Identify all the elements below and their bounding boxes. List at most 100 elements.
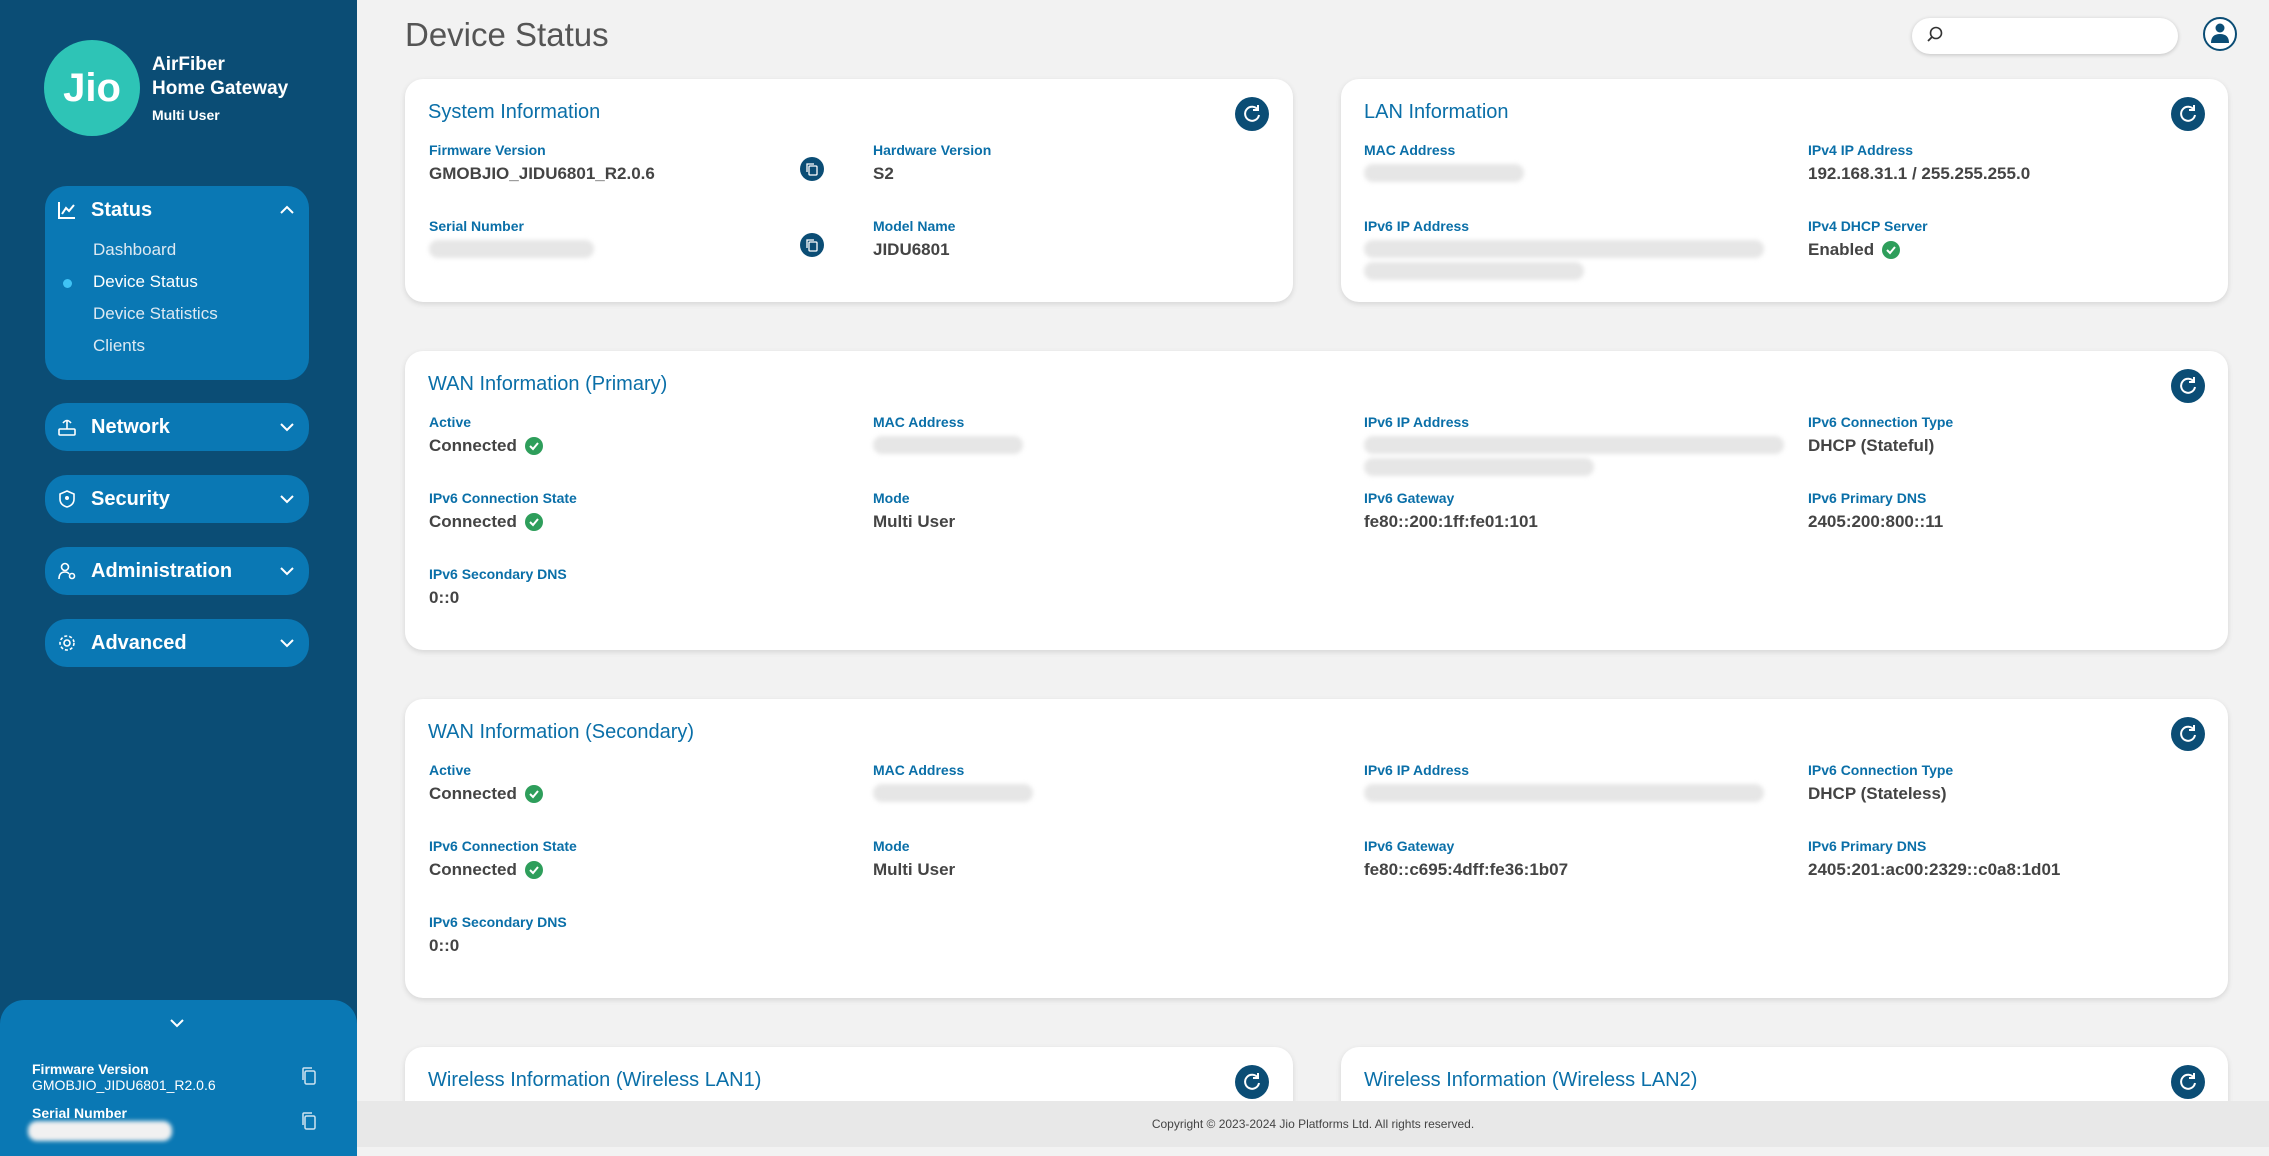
wan-ipv6-connection-state-field: IPv6 Connection State Connected	[429, 490, 577, 532]
copy-icon[interactable]	[300, 1111, 318, 1131]
chevron-down-icon[interactable]	[277, 417, 297, 437]
refresh-button[interactable]	[2171, 1065, 2205, 1099]
status-text: Connected	[429, 436, 517, 455]
brand-title-line2: Home Gateway	[152, 78, 289, 99]
brand-subtitle: Multi User	[152, 107, 220, 123]
hardware-version-field: Hardware Version S2	[873, 142, 991, 184]
field-label: IPv4 IP Address	[1808, 142, 1914, 158]
field-label: IPv6 Gateway	[1364, 838, 1455, 854]
nav-security-label: Security	[91, 487, 170, 510]
sidebar-item-dashboard[interactable]: Dashboard	[45, 234, 309, 266]
refresh-button[interactable]	[2171, 717, 2205, 751]
field-label: Mode	[873, 838, 910, 854]
sidebar-item-label: Device Status	[93, 272, 198, 291]
chevron-up-icon[interactable]	[277, 200, 297, 220]
check-icon	[524, 861, 543, 879]
nav-status[interactable]: Status	[45, 186, 309, 234]
nav-group-security: Security	[45, 475, 309, 523]
wan-ipv6-address-field: IPv6 IP Address	[1364, 762, 1764, 802]
status-text: Connected	[429, 784, 517, 803]
page-title: Device Status	[405, 16, 609, 53]
field-label: IPv6 Secondary DNS	[429, 914, 567, 930]
search-input[interactable]	[1952, 27, 2152, 45]
model-name-field: Model Name JIDU6801	[873, 218, 955, 260]
field-value: fe80::c695:4dff:fe36:1b07	[1364, 860, 1569, 879]
chevron-down-icon[interactable]	[277, 561, 297, 581]
page-footer: Copyright © 2023-2024 Jio Platforms Ltd.…	[357, 1101, 2269, 1147]
refresh-button[interactable]	[1235, 1065, 1269, 1099]
field-label: MAC Address	[1364, 142, 1456, 158]
wan-ipv6-primary-dns-field: IPv6 Primary DNS 2405:200:800::11	[1808, 490, 1943, 532]
refresh-icon	[2180, 377, 2196, 394]
copy-serial-button[interactable]	[800, 233, 824, 257]
redacted-value	[873, 784, 1033, 802]
wan-ipv6-connection-state-field: IPv6 Connection State Connected	[429, 838, 577, 880]
firmware-version-field: Firmware Version GMOBJIO_JIDU6801_R2.0.6	[429, 142, 655, 184]
copy-icon[interactable]	[300, 1066, 318, 1086]
field-value: 0::0	[429, 936, 460, 955]
field-value: Connected	[429, 784, 543, 804]
system-information-card: System Information Firmware Version GMOB…	[405, 79, 1293, 302]
redacted-value	[1364, 240, 1764, 258]
sidebar-item-clients[interactable]: Clients	[45, 330, 309, 362]
footer-firmware-label: Firmware Version	[32, 1061, 149, 1077]
chevron-down-icon[interactable]	[168, 1014, 186, 1037]
card-title: Wireless Information (Wireless LAN2)	[1364, 1069, 1698, 1091]
field-value: Connected	[429, 512, 577, 532]
chevron-down-icon[interactable]	[277, 489, 297, 509]
admin-icon	[57, 561, 77, 581]
field-value: Multi User	[873, 860, 956, 879]
nav-administration[interactable]: Administration	[45, 547, 309, 595]
refresh-button[interactable]	[2171, 97, 2205, 131]
nav-network[interactable]: Network	[45, 403, 309, 451]
nav-administration-label: Administration	[91, 559, 233, 582]
refresh-button[interactable]	[2171, 369, 2205, 403]
nav-network-label: Network	[91, 415, 170, 438]
chevron-down-icon[interactable]	[277, 633, 297, 653]
copy-firmware-button[interactable]	[800, 157, 824, 181]
field-label: Serial Number	[429, 218, 524, 234]
nav-advanced-label: Advanced	[91, 631, 187, 654]
redacted-value	[1364, 436, 1784, 454]
redacted-value	[1364, 784, 1764, 802]
jio-logo[interactable]: Jio	[44, 40, 140, 136]
card-title: WAN Information (Primary)	[428, 373, 668, 395]
wan-mac-address-field: MAC Address	[873, 762, 1033, 802]
nav-security[interactable]: Security	[45, 475, 309, 523]
check-icon	[524, 513, 543, 531]
field-value: 192.168.31.1 / 255.255.255.0	[1808, 164, 2031, 183]
check-icon	[1882, 241, 1901, 259]
field-label: IPv6 IP Address	[1364, 762, 1470, 778]
wan-mode-field: Mode Multi User	[873, 490, 955, 532]
sidebar: Jio AirFiber Home Gateway Multi User Sta…	[0, 0, 357, 1156]
wan-active-field: Active Connected	[429, 762, 543, 804]
field-label: IPv6 IP Address	[1364, 414, 1470, 430]
refresh-icon	[1244, 1073, 1260, 1090]
sidebar-item-device-statistics[interactable]: Device Statistics	[45, 298, 309, 330]
search-box[interactable]	[1912, 18, 2178, 54]
sidebar-item-label: Clients	[93, 336, 145, 355]
field-value	[1364, 784, 1764, 802]
gear-icon	[57, 633, 77, 653]
wan-mac-address-field: MAC Address	[873, 414, 1023, 454]
sidebar-item-device-status[interactable]: Device Status	[45, 266, 309, 298]
brand: Jio AirFiber Home Gateway Multi User	[44, 40, 288, 136]
user-profile-button[interactable]	[2203, 17, 2237, 51]
redacted-value	[1364, 262, 1584, 280]
lan-mac-address-field: MAC Address	[1364, 142, 1524, 182]
card-title: System Information	[428, 101, 601, 123]
refresh-button[interactable]	[1235, 97, 1269, 131]
nav-advanced[interactable]: Advanced	[45, 619, 309, 667]
wan-secondary-card: WAN Information (Secondary) Active Conne…	[405, 699, 2228, 998]
check-icon	[524, 437, 543, 455]
wan-active-field: Active Connected	[429, 414, 543, 456]
chart-icon	[57, 200, 77, 220]
redacted-value	[1364, 458, 1594, 476]
field-label: Mode	[873, 490, 910, 506]
wan-ipv6-address-field: IPv6 IP Address	[1364, 414, 1784, 476]
wan-ipv6-connection-type-field: IPv6 Connection Type DHCP (Stateless)	[1808, 762, 1953, 804]
field-value	[429, 240, 594, 258]
serial-number-field: Serial Number	[429, 218, 594, 258]
wan-ipv6-gateway-field: IPv6 Gateway fe80::c695:4dff:fe36:1b07	[1364, 838, 1568, 880]
field-label: Hardware Version	[873, 142, 992, 158]
